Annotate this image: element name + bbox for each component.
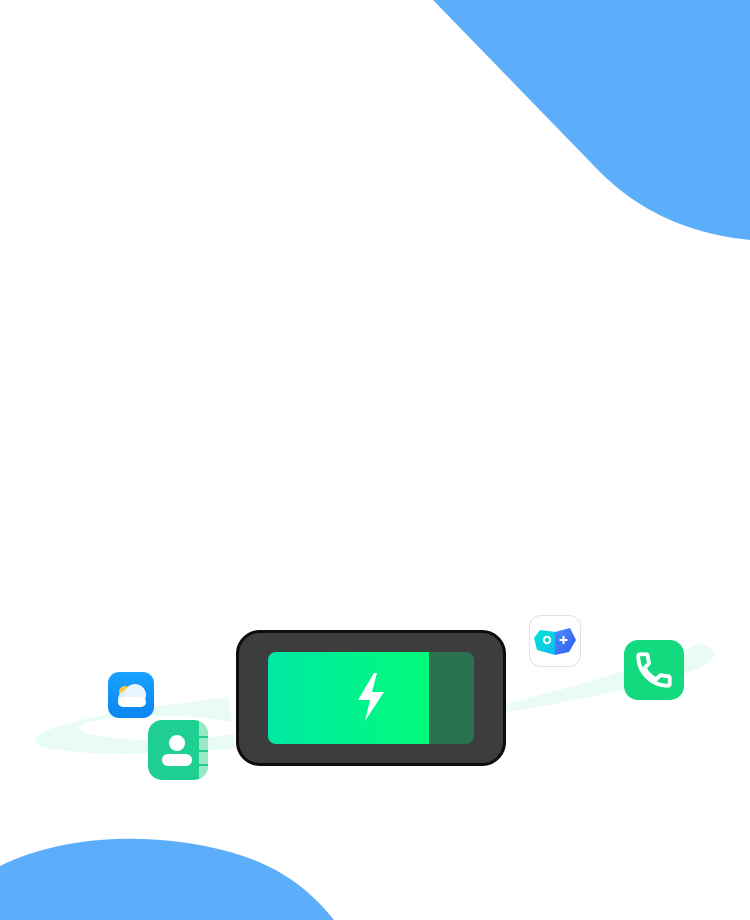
lightning-bolt-icon xyxy=(358,673,384,721)
contacts-icon[interactable] xyxy=(148,720,208,780)
game-controller-icon[interactable] xyxy=(529,615,581,667)
page xyxy=(0,0,750,920)
phone-icon[interactable] xyxy=(624,640,684,700)
background-decoration xyxy=(0,0,750,920)
phone-handset-icon xyxy=(636,652,672,688)
top-right-blob xyxy=(433,0,750,240)
weather-cloud-sun-icon xyxy=(118,684,146,707)
battery-level-fill xyxy=(268,652,429,744)
contact-person-icon xyxy=(162,720,208,780)
game-controller-glyph-icon xyxy=(534,628,576,655)
charging-battery xyxy=(236,630,506,766)
battery-level-track xyxy=(268,652,474,744)
bottom-left-blob xyxy=(0,838,334,920)
weather-icon[interactable] xyxy=(108,672,154,718)
